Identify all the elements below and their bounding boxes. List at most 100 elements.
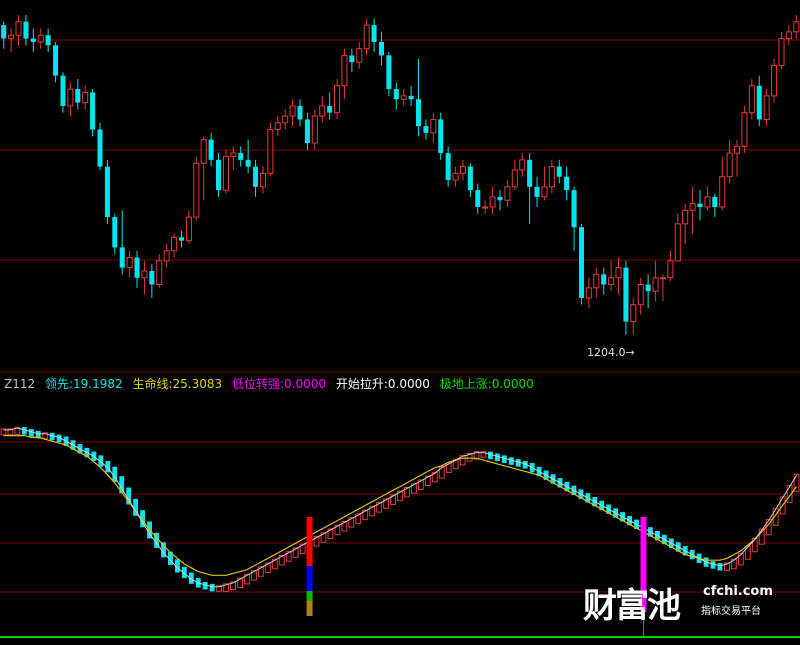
candle-down xyxy=(378,41,384,56)
candle-up xyxy=(585,287,592,299)
candle-down xyxy=(408,95,414,100)
candle-up xyxy=(504,186,511,201)
candle-up xyxy=(274,122,281,131)
candle-up xyxy=(608,277,615,285)
candle-down xyxy=(475,190,481,207)
indicator-bar-up xyxy=(737,553,744,566)
candle-down xyxy=(134,257,140,278)
candle-up xyxy=(793,21,800,33)
candle-up xyxy=(771,65,778,97)
candle-down xyxy=(578,227,584,298)
candle-down xyxy=(30,38,36,42)
candle-down xyxy=(112,217,118,248)
arrow-right-icon: → xyxy=(625,346,635,359)
candle-down xyxy=(349,55,355,63)
candle-up xyxy=(459,166,466,174)
signal-bar-segment xyxy=(306,517,313,566)
candle-down xyxy=(601,274,607,285)
candle-up xyxy=(289,105,296,117)
candle-up xyxy=(734,145,741,154)
candle-up xyxy=(267,129,274,174)
candle-up xyxy=(682,209,689,225)
candle-up xyxy=(785,31,792,40)
candle-up xyxy=(726,152,733,178)
candle-up xyxy=(674,223,681,262)
candle-up xyxy=(230,152,237,157)
candle-down xyxy=(216,159,222,191)
candle-up xyxy=(163,250,170,262)
candle-down xyxy=(438,119,444,154)
candle-up xyxy=(652,277,659,292)
candle-down xyxy=(386,55,392,90)
candle-up xyxy=(689,203,696,211)
candle-down xyxy=(104,166,110,218)
legend-low-turn: 低位转强:0.0000 xyxy=(231,377,326,391)
candle-down xyxy=(23,21,29,39)
candle-up xyxy=(334,85,341,114)
candle-up xyxy=(741,112,748,147)
life-line xyxy=(3,435,797,576)
legend-code: Z112 xyxy=(4,377,36,391)
grid-lines xyxy=(0,39,800,593)
indicator-bar-up xyxy=(744,545,751,560)
candle-up xyxy=(548,166,555,188)
candle-down xyxy=(497,196,503,201)
watermark: 财富池 cfchi.com 指标交易平台 xyxy=(583,578,773,627)
candle-up xyxy=(519,159,526,171)
candle-up xyxy=(593,273,600,289)
candle-down xyxy=(60,75,66,106)
chart-canvas xyxy=(0,15,800,638)
candle-up xyxy=(141,270,148,279)
candle-up xyxy=(319,105,326,117)
candle-up xyxy=(719,176,726,208)
candle-up xyxy=(778,38,785,67)
candle-up xyxy=(126,257,133,269)
candle-down xyxy=(756,85,762,120)
indicator-panel[interactable] xyxy=(0,426,800,592)
candle-up xyxy=(156,260,163,285)
candle-up xyxy=(489,196,496,208)
candle-up xyxy=(193,162,200,218)
candle-down xyxy=(445,153,451,181)
candle-up xyxy=(541,186,548,198)
candle-down xyxy=(371,25,377,42)
candle-up xyxy=(222,155,229,191)
candle-down xyxy=(556,166,562,177)
candle-down xyxy=(1,25,7,39)
candle-up xyxy=(511,169,518,188)
candle-up xyxy=(200,139,207,164)
candle-down xyxy=(97,129,103,167)
candle-up xyxy=(185,216,192,242)
candle-up xyxy=(356,48,363,63)
watermark-site: cfchi.com xyxy=(703,584,773,599)
candle-down xyxy=(245,159,251,167)
indicator-bar-down xyxy=(209,583,215,592)
candle-down xyxy=(327,105,333,113)
candle-down xyxy=(304,119,310,143)
low-price-annotation: 1204.0→ xyxy=(587,346,635,359)
candle-down xyxy=(623,267,629,322)
candle-down xyxy=(90,92,96,130)
candle-up xyxy=(363,24,370,50)
legend-bottom-rise: 极地上涨:0.0000 xyxy=(439,377,534,391)
candle-up xyxy=(15,21,22,36)
candle-up xyxy=(630,304,637,323)
candle-down xyxy=(534,186,540,197)
candle-up xyxy=(67,88,74,107)
candle-up xyxy=(482,206,489,209)
lead-line xyxy=(3,427,797,588)
indicator-lines xyxy=(3,427,797,588)
candle-down xyxy=(178,237,184,241)
candle-down xyxy=(297,105,303,120)
candle-up xyxy=(37,34,44,43)
candle-up xyxy=(748,85,755,114)
candle-up xyxy=(311,115,318,144)
legend-lead: 领先:19.1982 xyxy=(44,377,123,391)
candle-down xyxy=(527,159,533,187)
candle-up xyxy=(259,172,266,188)
candle-up xyxy=(659,277,666,280)
price-candlestick-panel[interactable] xyxy=(1,15,800,335)
candle-up xyxy=(763,95,770,120)
candle-up xyxy=(341,54,348,87)
candle-up xyxy=(704,196,711,208)
